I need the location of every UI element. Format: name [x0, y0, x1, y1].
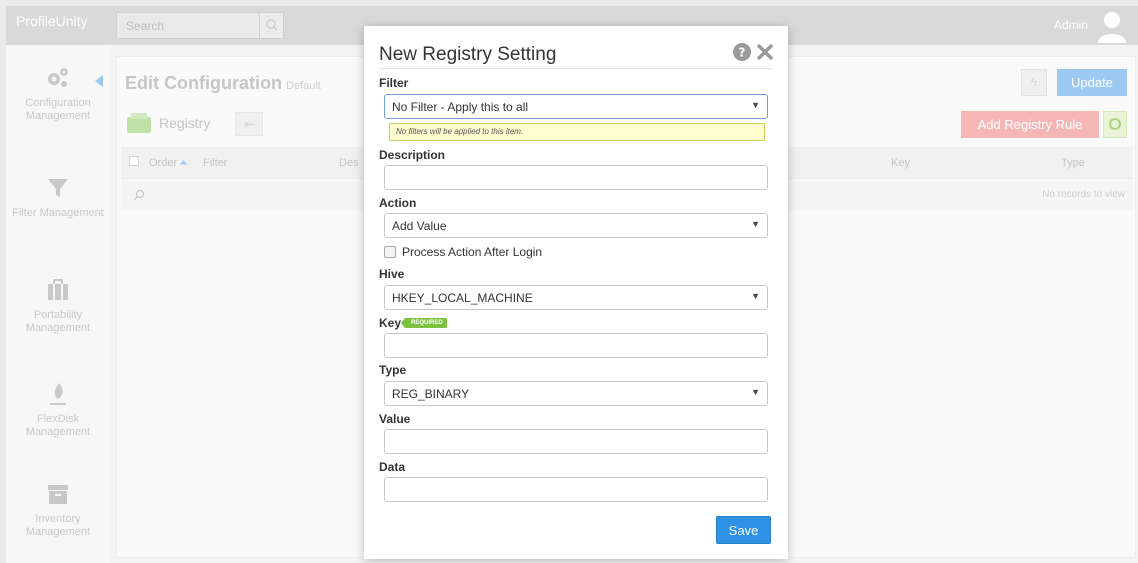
- save-button[interactable]: Save: [716, 516, 771, 544]
- svg-text:?: ?: [739, 46, 746, 60]
- help-icon[interactable]: ?: [733, 43, 751, 61]
- back-arrow-icon: ⇤: [243, 117, 255, 131]
- dropdown-caret-icon: ▼: [751, 100, 760, 110]
- back-button[interactable]: ⇤: [235, 112, 263, 136]
- close-icon[interactable]: [757, 44, 773, 60]
- data-input[interactable]: [384, 477, 768, 502]
- sidebar-item-label: Configuration Management: [25, 97, 91, 122]
- sidebar: Configuration Management Filter Manageme…: [6, 45, 110, 563]
- dropdown-caret-icon: ▼: [751, 291, 760, 301]
- filter-select[interactable]: No Filter - Apply this to all ▼: [384, 94, 768, 119]
- sidebar-item-configuration[interactable]: Configuration Management: [6, 65, 110, 123]
- filter-select-value: No Filter - Apply this to all: [392, 100, 529, 114]
- action-select[interactable]: Add Value ▼: [384, 213, 768, 238]
- type-select[interactable]: REG_BINARY ▼: [384, 381, 768, 406]
- type-select-value: REG_BINARY: [392, 387, 470, 401]
- filter-label: Filter: [379, 76, 409, 90]
- empty-grid-text: No records to view: [1042, 189, 1125, 200]
- action-label: Action: [379, 196, 417, 210]
- type-label: Type: [379, 363, 407, 377]
- gears-icon: [48, 68, 68, 87]
- sidebar-item-portability[interactable]: Portability Management: [6, 277, 110, 335]
- column-key[interactable]: Key: [891, 157, 910, 169]
- sidebar-item-label: FlexDisk Management: [25, 413, 91, 438]
- sidebar-item-label: Filter Management: [12, 207, 104, 219]
- key-input[interactable]: [384, 333, 768, 358]
- key-label-row: Key REQUIRED: [379, 316, 447, 330]
- hive-select[interactable]: HKEY_LOCAL_MACHINE ▼: [384, 285, 768, 310]
- column-description[interactable]: Des: [339, 157, 359, 169]
- section-title: Registry: [159, 115, 211, 131]
- dropdown-caret-icon: ▼: [751, 387, 760, 397]
- action-select-value: Add Value: [392, 219, 447, 233]
- flame-icon: [50, 383, 66, 405]
- page-title-text: Edit Configuration: [125, 73, 282, 93]
- value-label: Value: [379, 412, 411, 426]
- search-field[interactable]: Search: [116, 12, 284, 39]
- column-order[interactable]: Order: [149, 157, 177, 169]
- search-placeholder: Search: [126, 19, 165, 33]
- update-button[interactable]: Update: [1057, 69, 1127, 96]
- sidebar-item-label: Portability Management: [25, 309, 91, 334]
- gear-icon: [1109, 118, 1121, 130]
- search-icon: [266, 19, 278, 31]
- column-filter[interactable]: Filter: [203, 157, 227, 169]
- hive-label: Hive: [379, 267, 405, 281]
- tool-button[interactable]: [1103, 111, 1127, 138]
- user-avatar-icon[interactable]: [1096, 9, 1128, 43]
- sidebar-item-label: Inventory Management: [25, 513, 91, 538]
- hive-select-value: HKEY_LOCAL_MACHINE: [392, 291, 533, 305]
- collapse-arrow-icon[interactable]: [95, 75, 103, 87]
- briefcase-icon: [48, 279, 68, 300]
- add-registry-rule-button[interactable]: Add Registry Rule: [961, 111, 1099, 138]
- bolt-button[interactable]: ϟ: [1021, 69, 1047, 96]
- page-title: Edit Configuration Default: [125, 73, 321, 94]
- filter-hint: No filters will be applied to this item.: [389, 123, 765, 141]
- bolt-icon: ϟ: [1030, 75, 1038, 89]
- dialog-title: New Registry Setting: [379, 44, 557, 65]
- new-registry-setting-dialog: New Registry Setting ? Filter No Filter …: [364, 26, 788, 559]
- select-all-checkbox[interactable]: [129, 156, 139, 166]
- dropdown-caret-icon: ▼: [751, 219, 760, 229]
- sort-asc-icon: ⏶: [179, 157, 188, 169]
- process-after-login-checkbox[interactable]: [384, 246, 396, 258]
- key-label: Key: [379, 316, 402, 330]
- registry-icon: [127, 113, 151, 133]
- funnel-icon: [48, 179, 68, 197]
- magnifier-icon[interactable]: [133, 189, 145, 201]
- data-label: Data: [379, 460, 406, 474]
- page-subtitle: Default: [285, 80, 321, 92]
- sidebar-item-flexdisk[interactable]: FlexDisk Management: [6, 381, 110, 439]
- archive-box-icon: [48, 485, 68, 504]
- sidebar-item-filter[interactable]: Filter Management: [6, 175, 110, 220]
- brand-logo[interactable]: ProfileUnity: [16, 13, 88, 29]
- value-input[interactable]: [384, 429, 768, 454]
- user-name[interactable]: Admin: [1054, 18, 1088, 32]
- sidebar-item-inventory[interactable]: Inventory Management: [6, 481, 110, 539]
- description-input[interactable]: [384, 165, 768, 190]
- title-divider: [379, 68, 772, 69]
- search-button[interactable]: [259, 13, 283, 38]
- description-label: Description: [379, 148, 446, 162]
- column-type[interactable]: Type: [1061, 157, 1085, 169]
- required-badge: REQUIRED: [401, 317, 447, 328]
- process-after-login-label: Process Action After Login: [402, 245, 543, 259]
